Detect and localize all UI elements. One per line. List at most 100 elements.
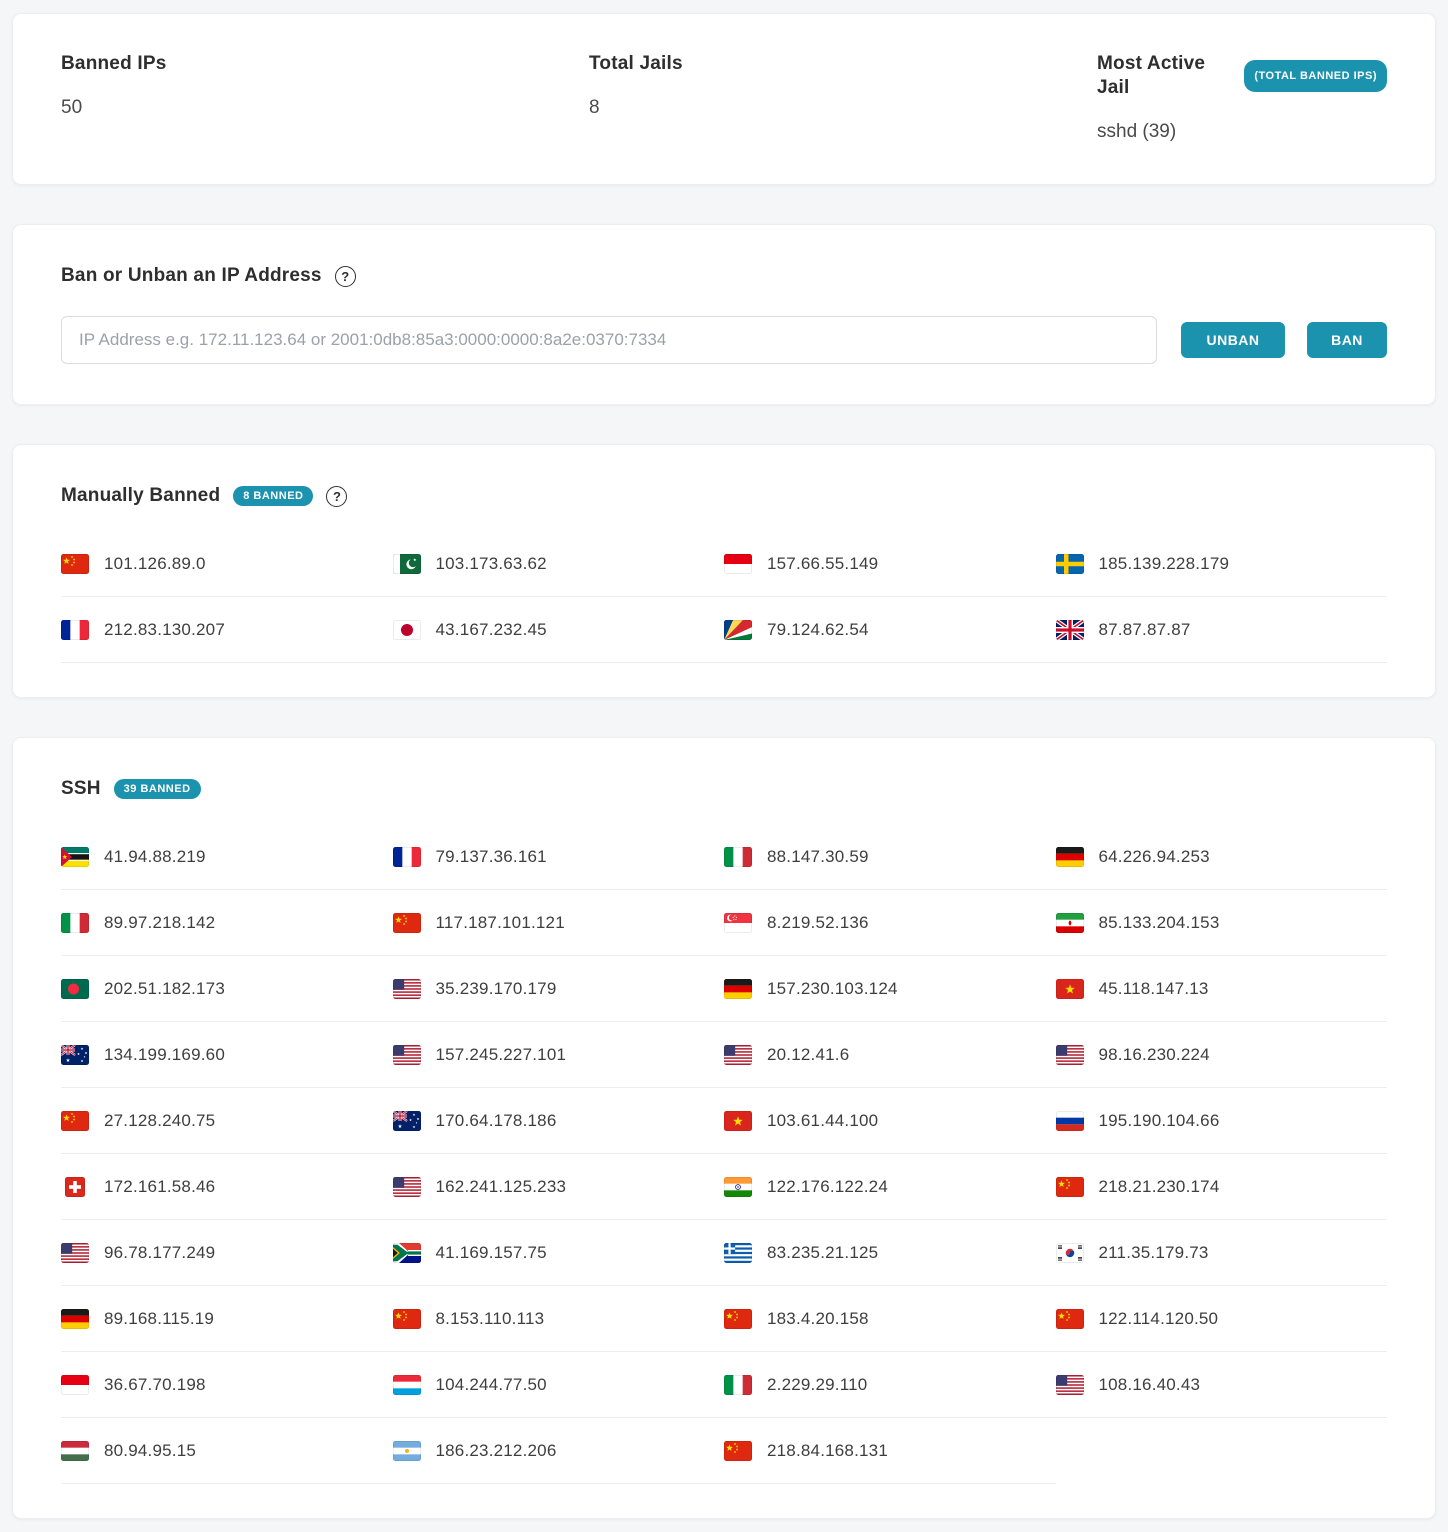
flag-cn-icon bbox=[61, 554, 89, 574]
flag-in-icon bbox=[724, 1177, 752, 1197]
banned-ip-item: 43.167.232.45 bbox=[393, 597, 725, 663]
banned-ip-address: 83.235.21.125 bbox=[767, 1243, 878, 1263]
ban-button[interactable]: BAN bbox=[1307, 322, 1387, 358]
banned-ip-address: 98.16.230.224 bbox=[1099, 1045, 1210, 1065]
flag-lu-icon bbox=[393, 1375, 421, 1395]
flag-us-icon bbox=[393, 1177, 421, 1197]
flag-cn-icon bbox=[393, 913, 421, 933]
banned-ip-address: 89.97.218.142 bbox=[104, 913, 215, 933]
banned-ip-address: 80.94.95.15 bbox=[104, 1441, 196, 1461]
banned-ip-item: 157.66.55.149 bbox=[724, 531, 1056, 597]
manually-banned-ip-grid: 101.126.89.0 103.173.63.62 157.66.55.149… bbox=[61, 531, 1387, 663]
banned-ip-item: 20.12.41.6 bbox=[724, 1022, 1056, 1088]
banned-ip-address: 35.239.170.179 bbox=[436, 979, 557, 999]
flag-us-icon bbox=[1056, 1375, 1084, 1395]
banned-ip-item: 103.173.63.62 bbox=[393, 531, 725, 597]
banned-ip-address: 202.51.182.173 bbox=[104, 979, 225, 999]
banned-ip-address: 85.133.204.153 bbox=[1099, 913, 1220, 933]
banned-ip-address: 157.230.103.124 bbox=[767, 979, 898, 999]
ssh-count-badge: 39 BANNED bbox=[114, 779, 201, 799]
banned-ip-item: 117.187.101.121 bbox=[393, 890, 725, 956]
flag-cn-icon bbox=[724, 1309, 752, 1329]
stats-card: Banned IPs 50 Total Jails 8 Most Active … bbox=[12, 13, 1436, 185]
banned-ip-item: 162.241.125.233 bbox=[393, 1154, 725, 1220]
question-circle-icon[interactable]: ? bbox=[335, 266, 356, 287]
banned-ip-address: 108.16.40.43 bbox=[1099, 1375, 1201, 1395]
banned-ip-address: 172.161.58.46 bbox=[104, 1177, 215, 1197]
flag-it-icon bbox=[61, 913, 89, 933]
banned-ip-address: 122.176.122.24 bbox=[767, 1177, 888, 1197]
flag-vn-icon bbox=[1056, 979, 1084, 999]
banned-ip-address: 157.66.55.149 bbox=[767, 554, 878, 574]
banned-ip-address: 117.187.101.121 bbox=[436, 913, 565, 933]
banned-ip-address: 218.84.168.131 bbox=[767, 1441, 888, 1461]
ban-form-title: Ban or Unban an IP Address bbox=[61, 263, 322, 289]
flag-cn-icon bbox=[1056, 1309, 1084, 1329]
flag-kr-icon bbox=[1056, 1243, 1084, 1263]
ban-form-card: Ban or Unban an IP Address ? UNBAN BAN bbox=[12, 224, 1436, 405]
banned-ip-item: 8.153.110.113 bbox=[393, 1286, 725, 1352]
banned-ip-item: 79.124.62.54 bbox=[724, 597, 1056, 663]
banned-ip-address: 218.21.230.174 bbox=[1099, 1177, 1220, 1197]
flag-id-icon bbox=[61, 1375, 89, 1395]
banned-ip-item: 103.61.44.100 bbox=[724, 1088, 1056, 1154]
flag-it-icon bbox=[724, 1375, 752, 1395]
flag-hu-icon bbox=[61, 1441, 89, 1461]
banned-ip-item: 183.4.20.158 bbox=[724, 1286, 1056, 1352]
banned-ip-item: 36.67.70.198 bbox=[61, 1352, 393, 1418]
flag-jp-icon bbox=[393, 620, 421, 640]
banned-ip-item: 211.35.179.73 bbox=[1056, 1220, 1388, 1286]
banned-ip-item: 41.169.157.75 bbox=[393, 1220, 725, 1286]
flag-it-icon bbox=[724, 847, 752, 867]
flag-de-icon bbox=[61, 1309, 89, 1329]
banned-ip-address: 162.241.125.233 bbox=[436, 1177, 567, 1197]
dashboard-page: Banned IPs 50 Total Jails 8 Most Active … bbox=[0, 0, 1448, 1532]
flag-se-icon bbox=[1056, 554, 1084, 574]
flag-mz-icon bbox=[61, 847, 89, 867]
banned-ip-item: 80.94.95.15 bbox=[61, 1418, 393, 1484]
ip-address-input[interactable] bbox=[61, 316, 1157, 364]
flag-cn-icon bbox=[61, 1111, 89, 1131]
flag-za-icon bbox=[393, 1243, 421, 1263]
banned-ip-address: 79.137.36.161 bbox=[436, 847, 547, 867]
flag-de-icon bbox=[1056, 847, 1084, 867]
flag-ru-icon bbox=[1056, 1111, 1084, 1131]
banned-ip-item: 172.161.58.46 bbox=[61, 1154, 393, 1220]
flag-de-icon bbox=[724, 979, 752, 999]
banned-ip-item: 170.64.178.186 bbox=[393, 1088, 725, 1154]
banned-ip-address: 20.12.41.6 bbox=[767, 1045, 849, 1065]
question-circle-icon[interactable]: ? bbox=[326, 486, 347, 507]
banned-ip-address: 101.126.89.0 bbox=[104, 554, 206, 574]
banned-ip-address: 183.4.20.158 bbox=[767, 1309, 869, 1329]
flag-ch-icon bbox=[61, 1177, 89, 1197]
banned-ip-item: 104.244.77.50 bbox=[393, 1352, 725, 1418]
banned-ip-item: 218.21.230.174 bbox=[1056, 1154, 1388, 1220]
banned-ip-address: 186.23.212.206 bbox=[436, 1441, 557, 1461]
banned-ip-address: 185.139.228.179 bbox=[1099, 554, 1230, 574]
flag-us-icon bbox=[1056, 1045, 1084, 1065]
banned-ip-item: 88.147.30.59 bbox=[724, 824, 1056, 890]
banned-ip-address: 64.226.94.253 bbox=[1099, 847, 1210, 867]
stat-total-jails: Total Jails 8 bbox=[589, 52, 1097, 144]
banned-ip-item: 157.230.103.124 bbox=[724, 956, 1056, 1022]
ssh-ip-grid: 41.94.88.219 79.137.36.161 88.147.30.59 … bbox=[61, 824, 1387, 1484]
banned-ip-address: 211.35.179.73 bbox=[1099, 1243, 1209, 1263]
banned-ip-address: 41.169.157.75 bbox=[436, 1243, 547, 1263]
banned-ip-item: 89.168.115.19 bbox=[61, 1286, 393, 1352]
banned-ip-address: 157.245.227.101 bbox=[436, 1045, 567, 1065]
unban-button[interactable]: UNBAN bbox=[1181, 322, 1285, 358]
banned-ip-item: 87.87.87.87 bbox=[1056, 597, 1388, 663]
banned-ip-item: 218.84.168.131 bbox=[724, 1418, 1056, 1484]
ssh-jail-title: SSH bbox=[61, 776, 101, 802]
banned-ip-item: 98.16.230.224 bbox=[1056, 1022, 1388, 1088]
banned-ip-address: 170.64.178.186 bbox=[436, 1111, 557, 1131]
banned-ip-item: 64.226.94.253 bbox=[1056, 824, 1388, 890]
banned-ip-address: 36.67.70.198 bbox=[104, 1375, 206, 1395]
ssh-jail-card: SSH 39 BANNED 41.94.88.219 79.137.36.161… bbox=[12, 737, 1436, 1519]
manually-banned-card: Manually Banned 8 BANNED ? 101.126.89.0 … bbox=[12, 444, 1436, 698]
banned-ip-item: 89.97.218.142 bbox=[61, 890, 393, 956]
banned-ip-item: 27.128.240.75 bbox=[61, 1088, 393, 1154]
banned-ip-item: 186.23.212.206 bbox=[393, 1418, 725, 1484]
banned-ip-item: 79.137.36.161 bbox=[393, 824, 725, 890]
flag-us-icon bbox=[393, 1045, 421, 1065]
